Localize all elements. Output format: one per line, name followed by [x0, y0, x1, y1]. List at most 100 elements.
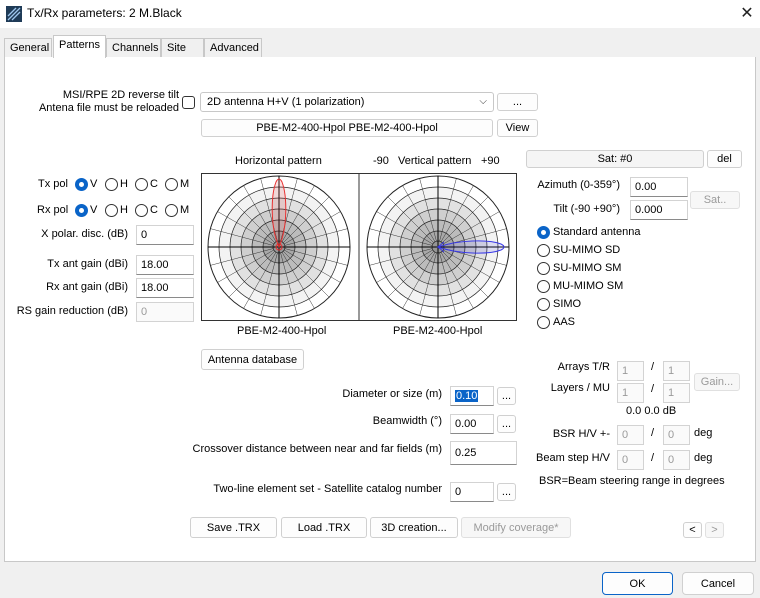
- aas-radio[interactable]: [537, 316, 550, 329]
- load-trx-button[interactable]: Load .TRX: [281, 517, 367, 538]
- save-trx-button[interactable]: Save .TRX: [190, 517, 277, 538]
- tx-pol-c-label: C: [150, 178, 158, 190]
- modify-coverage-button[interactable]: Modify coverage*: [461, 517, 571, 538]
- diameter-input[interactable]: 0.10: [450, 386, 494, 406]
- layers-b-input[interactable]: 1: [663, 383, 690, 403]
- tab-channels[interactable]: Channels: [106, 38, 161, 58]
- arrays-t-input[interactable]: 1: [617, 361, 644, 381]
- tab-general[interactable]: General: [4, 38, 52, 58]
- tx-pol-h-radio[interactable]: [105, 178, 118, 191]
- step-unit: deg: [694, 452, 713, 464]
- tx-gain-input[interactable]: 18.00: [136, 255, 194, 275]
- xpol-input[interactable]: 0: [136, 225, 194, 245]
- layers-a-input[interactable]: 1: [617, 383, 644, 403]
- simo-label: SIMO: [553, 298, 582, 310]
- tilt-input[interactable]: 0.000: [630, 200, 688, 220]
- 3d-creation-button[interactable]: 3D creation...: [370, 517, 458, 538]
- tx-pol-c-radio[interactable]: [135, 178, 148, 191]
- close-icon[interactable]: ✕: [736, 3, 758, 25]
- crossover-input[interactable]: 0.25: [450, 441, 517, 465]
- beamwidth-browse-button[interactable]: ...: [497, 415, 516, 433]
- rx-pol-m-label: M: [180, 204, 190, 216]
- vertical-pattern-caption: PBE-M2-400-Hpol: [393, 325, 483, 337]
- tx-pol-m-radio[interactable]: [165, 178, 178, 191]
- bsr-v-input[interactable]: 0: [663, 425, 690, 445]
- su-mimo-sd-radio[interactable]: [537, 244, 550, 257]
- beam-step-label: Beam step H/V: [536, 452, 610, 464]
- vertical-max-label: +90: [481, 155, 500, 167]
- arrays-label: Arrays T/R: [557, 361, 610, 373]
- tle-input[interactable]: 0: [450, 482, 494, 502]
- next-button[interactable]: >: [705, 522, 724, 538]
- tab-patterns[interactable]: Patterns: [53, 35, 106, 58]
- layers-label: Layers / MU: [550, 382, 610, 394]
- step-h-input[interactable]: 0: [617, 450, 644, 470]
- horizontal-pattern-title: Horizontal pattern: [235, 155, 322, 167]
- rx-gain-input[interactable]: 18.00: [136, 278, 194, 298]
- mu-mimo-sm-radio[interactable]: [537, 280, 550, 293]
- step-slash: /: [651, 452, 655, 464]
- rx-pol-v-radio[interactable]: [75, 204, 88, 217]
- rx-pol-c-radio[interactable]: [135, 204, 148, 217]
- bsr-slash: /: [651, 427, 655, 439]
- rx-pol-c-label: C: [150, 204, 158, 216]
- beamwidth-label: Beamwidth (°): [372, 415, 442, 427]
- vertical-pattern-chart: [366, 175, 510, 319]
- mu-mimo-sm-label: MU-MIMO SM: [553, 280, 624, 292]
- bsr-note: BSR=Beam steering range in degrees: [539, 475, 725, 487]
- rx-pol-v-label: V: [90, 204, 98, 216]
- tx-gain-label: Tx ant gain (dBi): [47, 258, 128, 270]
- antenna-database-button[interactable]: Antenna database: [201, 349, 304, 370]
- beamwidth-input[interactable]: 0.00: [450, 414, 494, 434]
- tx-pol-h-label: H: [120, 178, 128, 190]
- view-button[interactable]: View: [497, 119, 538, 137]
- azimuth-label: Azimuth (0-359°): [537, 179, 620, 191]
- bsr-unit: deg: [694, 427, 713, 439]
- tx-pol-v-radio[interactable]: [75, 178, 88, 191]
- vertical-min-label: -90: [373, 155, 389, 167]
- gain-text: 0.0 0.0 dB: [626, 405, 677, 417]
- rs-gain-input[interactable]: 0: [136, 302, 194, 322]
- azimuth-input[interactable]: 0.00: [630, 177, 688, 197]
- su-mimo-sm-radio[interactable]: [537, 262, 550, 275]
- rx-gain-label: Rx ant gain (dBi): [46, 281, 128, 293]
- su-mimo-sd-label: SU-MIMO SD: [553, 244, 621, 256]
- antenna-file-button[interactable]: PBE-M2-400-Hpol PBE-M2-400-Hpol: [201, 119, 493, 137]
- vertical-pattern-title: Vertical pattern: [398, 155, 472, 167]
- simo-radio[interactable]: [537, 298, 550, 311]
- previous-button[interactable]: <: [683, 522, 702, 538]
- step-v-input[interactable]: 0: [663, 450, 690, 470]
- tab-advanced[interactable]: Advanced: [204, 38, 262, 58]
- tilt-label: Tilt (-90 +90°): [553, 203, 620, 215]
- pattern-plot-frame: [201, 173, 517, 321]
- reverse-tilt-checkbox[interactable]: [182, 96, 195, 109]
- gain-button[interactable]: Gain...: [694, 373, 740, 391]
- antenna-type-select[interactable]: 2D antenna H+V (1 polarization) ⌵: [200, 92, 494, 112]
- arrays-slash: /: [651, 361, 655, 373]
- rx-pol-label: Rx pol: [37, 204, 69, 216]
- rx-pol-m-radio[interactable]: [165, 204, 178, 217]
- standard-antenna-label: Standard antenna: [553, 226, 641, 238]
- tab-site[interactable]: Site: [161, 38, 204, 58]
- crossover-label: Crossover distance between near and far …: [192, 443, 442, 455]
- bsr-label: BSR H/V +-: [552, 428, 610, 440]
- diameter-browse-button[interactable]: ...: [497, 387, 516, 405]
- diameter-selected-text: 0.10: [455, 390, 479, 402]
- standard-antenna-radio[interactable]: [537, 226, 550, 239]
- app-icon: [6, 6, 22, 22]
- antenna-type-browse-button[interactable]: ...: [497, 93, 538, 111]
- delete-sat-button[interactable]: del: [707, 150, 742, 168]
- rx-pol-h-radio[interactable]: [105, 204, 118, 217]
- rx-pol-h-label: H: [120, 204, 128, 216]
- reload-note-label: Antena file must be reloaded: [38, 102, 179, 114]
- ok-button[interactable]: OK: [602, 572, 673, 595]
- tx-pol-m-label: M: [180, 178, 190, 190]
- sat-button[interactable]: Sat: #0: [526, 150, 704, 168]
- arrays-r-input[interactable]: 1: [663, 361, 690, 381]
- bsr-h-input[interactable]: 0: [617, 425, 644, 445]
- layers-slash: /: [651, 383, 655, 395]
- tle-browse-button[interactable]: ...: [497, 483, 516, 501]
- sat-details-button[interactable]: Sat..: [690, 191, 740, 209]
- cancel-button[interactable]: Cancel: [682, 572, 754, 595]
- tx-pol-v-label: V: [90, 178, 98, 190]
